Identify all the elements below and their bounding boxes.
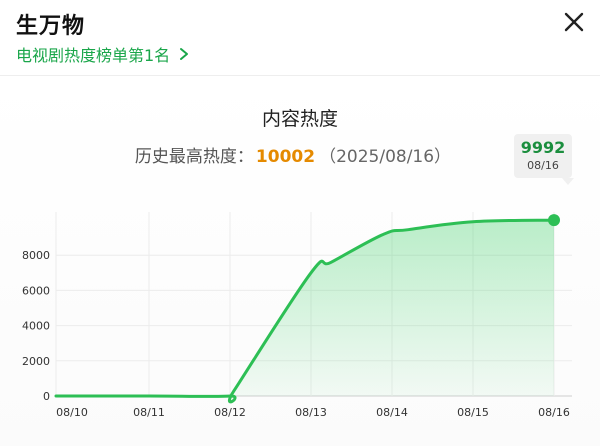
data-point-latest[interactable] (548, 214, 560, 227)
x-tick-label: 08/11 (133, 406, 165, 419)
x-tick-label: 08/12 (214, 406, 246, 419)
y-tick-label: 0 (43, 390, 50, 403)
x-tick-label: 08/15 (457, 406, 489, 419)
x-tick-label: 08/10 (56, 406, 88, 419)
x-tick-label: 08/16 (538, 406, 570, 419)
area-fill (56, 220, 554, 402)
y-tick-label: 2000 (22, 355, 50, 368)
y-tick-label: 6000 (22, 284, 50, 297)
x-tick-label: 08/13 (295, 406, 327, 419)
x-tick-label: 08/14 (376, 406, 408, 419)
y-tick-label: 8000 (22, 249, 50, 262)
y-tick-label: 4000 (22, 320, 50, 333)
heat-chart[interactable]: 0 2000 4000 6000 8000 08/10 08/11 08/12 08/13 08/… (0, 0, 600, 446)
